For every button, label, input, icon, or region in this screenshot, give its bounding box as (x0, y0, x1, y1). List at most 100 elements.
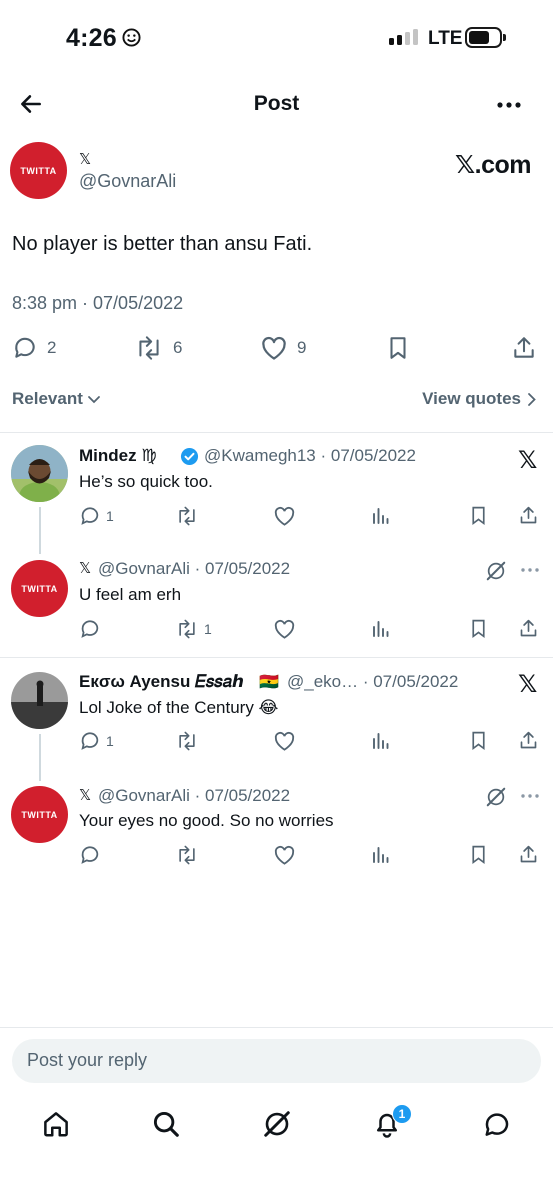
bookmark-icon (472, 731, 485, 751)
analytics-icon (373, 733, 389, 749)
share-button[interactable] (518, 505, 539, 526)
reply-icon (81, 620, 99, 638)
share-button[interactable] (518, 844, 539, 865)
reply-handle-date[interactable]: @GovnarAli · 07/05/2022 (98, 786, 290, 806)
reply-input-placeholder: Post your reply (27, 1050, 148, 1070)
bookmark-button[interactable] (469, 730, 488, 751)
brand-watermark: 𝕏.com (455, 151, 532, 179)
post-text: No player is better than ansu Fati. (12, 233, 313, 255)
repost-icon (179, 506, 195, 526)
avatar[interactable] (11, 672, 68, 729)
views-button[interactable] (371, 505, 391, 525)
reply-text: U feel am erh (79, 585, 182, 604)
more-options-icon[interactable] (496, 96, 522, 114)
reply-button[interactable] (79, 844, 106, 866)
smiley-icon (122, 28, 141, 47)
reply-text: Lol Joke of the Century 😂 (79, 698, 279, 717)
x-logo-icon: 𝕏 (518, 447, 538, 474)
share-icon (514, 337, 534, 358)
reply-author-name[interactable]: 𝕏 (79, 559, 91, 577)
analytics-icon (373, 621, 389, 637)
share-icon (520, 506, 537, 524)
share-button[interactable] (518, 730, 539, 751)
reply-stat[interactable]: 2 (12, 335, 56, 361)
grok-icon[interactable] (485, 560, 507, 582)
share-icon (520, 619, 537, 637)
search-icon[interactable] (151, 1109, 181, 1139)
like-button[interactable] (273, 730, 296, 752)
reply-author-name[interactable]: 𝕏 (79, 786, 91, 804)
heart-icon (274, 506, 295, 526)
reply-author-name[interactable]: Eкσω Ayensu 𝐸𝑠𝑠𝑎ℎ (79, 672, 244, 692)
avatar[interactable]: TWITTA (10, 142, 67, 199)
bookmark-button[interactable] (469, 618, 488, 639)
like-button[interactable] (273, 618, 296, 640)
chevron-down-icon (87, 396, 100, 404)
avatar[interactable] (11, 445, 68, 502)
reply-author-name[interactable]: Mindez ♍ (79, 446, 157, 466)
grok-icon[interactable] (262, 1109, 292, 1139)
chevron-right-icon (528, 392, 536, 406)
repost-stat[interactable]: 6 (134, 335, 182, 361)
post-timestamp[interactable]: 8:38 pm · 07/05/2022 (12, 293, 183, 314)
reply-icon (15, 337, 35, 358)
author-handle[interactable]: @GovnarAli (79, 171, 176, 192)
view-quotes-label: View quotes (422, 389, 521, 408)
repost-icon (179, 845, 195, 865)
messages-icon[interactable] (482, 1109, 512, 1139)
analytics-icon (373, 847, 389, 863)
reply-button[interactable] (79, 618, 106, 640)
reply-actions: 1 (79, 505, 539, 529)
sort-label: Relevant (12, 389, 83, 408)
like-button[interactable] (273, 505, 296, 527)
avatar[interactable]: TWITTA (11, 560, 68, 617)
views-button[interactable] (371, 844, 391, 864)
share-icon (520, 731, 537, 749)
analytics-icon (373, 508, 389, 524)
like-button[interactable] (273, 844, 296, 866)
share-button[interactable] (511, 335, 537, 361)
bookmark-button[interactable] (386, 335, 410, 361)
grok-icon[interactable] (485, 786, 507, 808)
thread-line (39, 734, 41, 781)
like-stat[interactable]: 9 (260, 335, 306, 361)
views-button[interactable] (371, 730, 391, 750)
reply-count: 2 (47, 338, 57, 357)
battery-tip (503, 34, 506, 41)
bookmark-icon (472, 506, 485, 526)
bookmark-button[interactable] (469, 844, 488, 865)
heart-icon (262, 336, 286, 360)
reply-handle-date[interactable]: @GovnarAli · 07/05/2022 (98, 559, 290, 579)
more-options-icon[interactable] (520, 791, 540, 801)
author-name[interactable]: 𝕏 (79, 150, 91, 168)
reply-button[interactable]: 1 (79, 730, 114, 752)
repost-button[interactable] (175, 505, 204, 527)
page-title: Post (253, 92, 300, 115)
cell-signal-icon (389, 29, 418, 45)
divider (0, 1027, 553, 1028)
bookmark-icon (472, 619, 485, 639)
reply-icon (81, 507, 99, 525)
home-icon[interactable] (41, 1109, 71, 1139)
reply-text: Your eyes no good. So no worries (79, 811, 334, 830)
repost-icon (179, 731, 195, 751)
bookmark-button[interactable] (469, 505, 488, 526)
verified-badge-icon (180, 447, 199, 466)
repost-button[interactable]: 1 (175, 618, 212, 640)
battery-icon (465, 27, 502, 48)
reply-button[interactable]: 1 (79, 505, 114, 527)
notification-badge: 1 (392, 1104, 412, 1124)
share-icon (520, 845, 537, 863)
reply-handle-date[interactable]: @Kwamegh13 · 07/05/2022 (204, 446, 416, 466)
avatar[interactable]: TWITTA (11, 786, 68, 843)
repost-button[interactable] (175, 730, 204, 752)
more-options-icon[interactable] (520, 565, 540, 575)
sort-dropdown[interactable]: Relevant (12, 389, 101, 409)
view-quotes-link[interactable]: View quotes (422, 389, 537, 409)
like-count: 9 (297, 338, 307, 357)
repost-button[interactable] (175, 844, 204, 866)
repost-icon (179, 619, 195, 639)
views-button[interactable] (371, 618, 391, 638)
share-button[interactable] (518, 618, 539, 639)
reply-handle-date[interactable]: @_eko… · 07/05/2022 (287, 672, 458, 692)
